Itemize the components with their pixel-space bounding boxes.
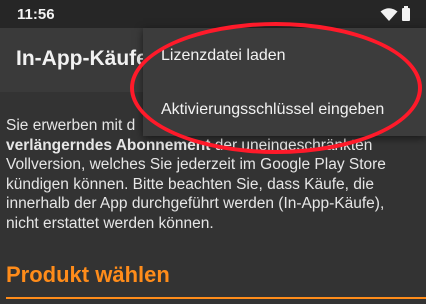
- status-icons: [380, 6, 414, 23]
- description-bold: verlängerndes Abonnement: [6, 136, 211, 154]
- battery-icon: [402, 6, 410, 21]
- menu-item-label: Aktivierungsschlüssel eingeben: [161, 101, 385, 118]
- page-title: In-App-Käufe: [16, 47, 148, 70]
- overflow-menu: Lizenzdatei laden Aktivierungsschlüssel …: [143, 28, 426, 136]
- menu-item-load-license[interactable]: Lizenzdatei laden: [143, 30, 426, 82]
- status-bar: 11:56: [0, 0, 426, 28]
- section-divider: [6, 297, 426, 299]
- description-part-1: Sie erwerben mit d: [6, 117, 136, 134]
- section-title: Produkt wählen: [6, 262, 170, 287]
- wifi-icon: [380, 8, 398, 21]
- menu-item-enter-activation-key[interactable]: Aktivierungsschlüssel eingeben: [143, 82, 426, 134]
- status-time: 11:56: [17, 6, 55, 23]
- menu-item-label: Lizenzdatei laden: [161, 47, 286, 64]
